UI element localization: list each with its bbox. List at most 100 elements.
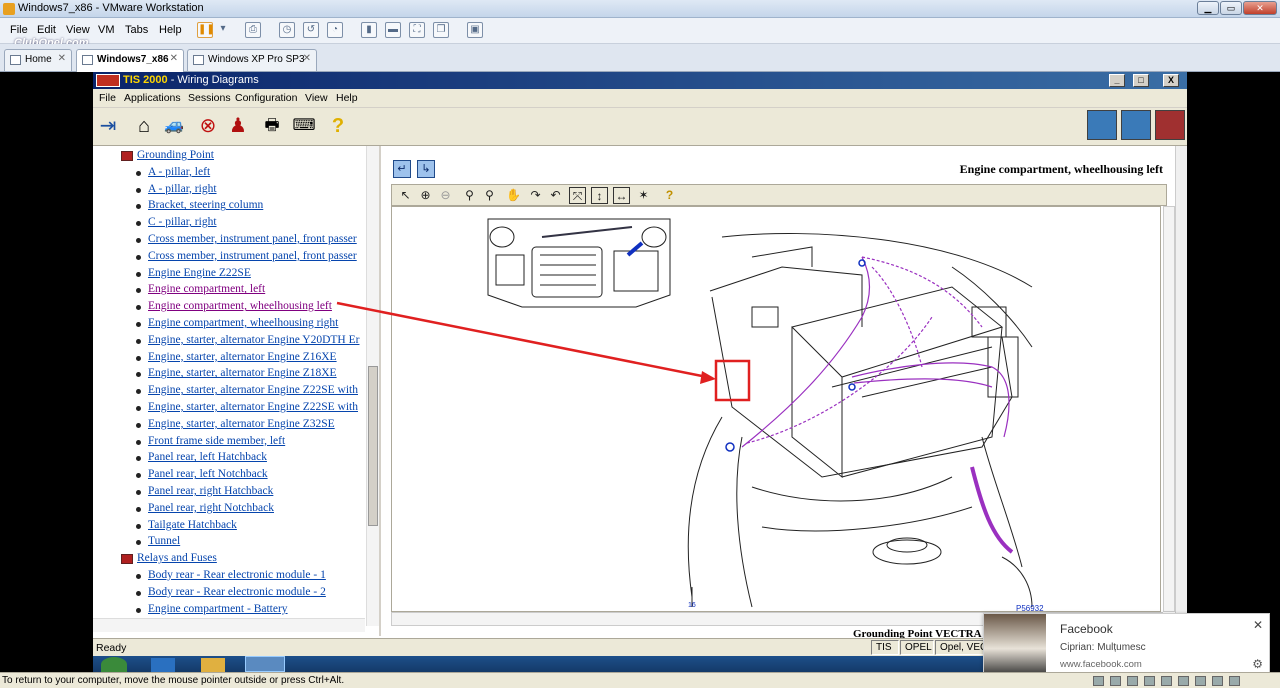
tree-item[interactable]: Front frame side member, left [148, 435, 285, 447]
pan-icon[interactable]: ✋ [505, 187, 522, 204]
tree-item[interactable]: Tailgate Hatchback [148, 519, 237, 531]
tree-item[interactable]: Engine, starter, alternator Engine Y20DT… [148, 334, 359, 346]
tree-item[interactable]: Panel rear, left Notchback [148, 468, 268, 480]
tree-horizontal-scrollbar[interactable] [93, 618, 365, 632]
sound-icon[interactable] [1178, 676, 1189, 686]
ie-taskbar-icon[interactable] [151, 658, 175, 672]
start-orb-icon[interactable] [101, 657, 127, 672]
fit-width-icon[interactable]: ↔ [613, 187, 630, 204]
diagram-help-icon[interactable]: ? [661, 187, 678, 204]
highlight-icon[interactable]: ✶ [635, 187, 652, 204]
exit-icon[interactable]: ⇥ [95, 112, 121, 140]
tree-item[interactable]: Cross member, instrument panel, front pa… [148, 250, 357, 262]
notification-close-icon[interactable]: ✕ [1253, 618, 1263, 632]
tree-item[interactable]: Engine compartment, left [148, 283, 265, 295]
tree-item[interactable]: Panel rear, left Hatchback [148, 451, 267, 463]
tree-item[interactable]: C - pillar, right [148, 216, 217, 228]
pause-icon[interactable]: ❚❚ [197, 22, 215, 38]
tree-item[interactable]: Engine, starter, alternator Engine Z22SE… [148, 384, 358, 396]
help-icon[interactable]: ? [325, 112, 351, 140]
diagram-canvas[interactable]: 16 P56932 [391, 206, 1161, 612]
zoom-in-icon[interactable]: ⊕ [417, 187, 434, 204]
tis-taskbar-button[interactable] [245, 656, 285, 672]
back-button[interactable]: ↵ [393, 160, 411, 178]
minimize-button[interactable]: ▁ [1197, 1, 1219, 15]
tis-close-button[interactable]: X [1163, 74, 1179, 87]
fit-height-icon[interactable]: ↕ [591, 187, 608, 204]
tree-item[interactable]: Engine, starter, alternator Engine Z16XE [148, 351, 337, 363]
menu-help[interactable]: Help [159, 24, 182, 36]
tree-group[interactable]: Grounding Point [137, 149, 214, 161]
tree-item[interactable]: Engine compartment - Battery [148, 603, 288, 615]
tab-close-icon[interactable]: ✕ [58, 53, 66, 64]
vehicle-side-icon[interactable] [1121, 110, 1151, 140]
tree-item[interactable]: Bracket, steering column [148, 199, 263, 211]
vehicle-icon[interactable]: 🚙 [161, 112, 187, 140]
tis-maximize-button[interactable]: □ [1133, 74, 1149, 87]
tree-item[interactable]: A - pillar, left [148, 166, 210, 178]
tree-item[interactable]: A - pillar, right [148, 183, 217, 195]
tree-item[interactable]: Engine, starter, alternator Engine Z18XE [148, 367, 337, 379]
tis-menu-file[interactable]: File [99, 92, 116, 104]
full-screen-icon[interactable]: ⛶ [409, 22, 425, 38]
console-view-icon[interactable]: ▣ [467, 22, 483, 38]
tree-item[interactable]: Panel rear, right Hatchback [148, 485, 273, 497]
menu-file[interactable]: File [10, 24, 28, 36]
cancel-icon[interactable]: ⊗ [195, 112, 221, 140]
explorer-taskbar-icon[interactable] [201, 658, 225, 672]
home-icon[interactable]: ⌂ [131, 112, 157, 140]
tree-item[interactable]: Engine Engine Z22SE [148, 267, 251, 279]
rotate-right-icon[interactable]: ↷ [527, 187, 544, 204]
tree-group[interactable]: Relays and Fuses [137, 552, 217, 564]
snapshot-icon[interactable]: ◷ [279, 22, 295, 38]
tree-item[interactable]: Body rear - Rear electronic module - 2 [148, 586, 326, 598]
tis-menu-applications[interactable]: Applications [124, 92, 181, 104]
tis-menu-help[interactable]: Help [336, 92, 358, 104]
keyboard-icon[interactable]: ⌨ [291, 112, 317, 140]
close-button[interactable]: ✕ [1243, 1, 1277, 15]
fit-window-icon[interactable]: ⤧ [569, 187, 586, 204]
rotate-left-icon[interactable]: ↶ [547, 187, 564, 204]
tree-scroll-thumb[interactable] [368, 366, 378, 526]
chevron-down-icon[interactable]: ▾ [215, 22, 231, 38]
menu-view[interactable]: View [66, 24, 90, 36]
menu-edit[interactable]: Edit [37, 24, 56, 36]
sidebar-icon[interactable]: ▮ [361, 22, 377, 38]
zoom-icon[interactable]: ⚲ [461, 187, 478, 204]
tab-windows-xp[interactable]: Windows XP Pro SP3 ✕ [187, 49, 317, 71]
floppy-icon[interactable] [1127, 676, 1138, 686]
tis-menu-configuration[interactable]: Configuration [235, 92, 297, 104]
thumbnail-bar-icon[interactable]: ▬ [385, 22, 401, 38]
tree-item[interactable]: Engine, starter, alternator Engine Z32SE [148, 418, 335, 430]
tree-item[interactable]: Panel rear, right Notchback [148, 502, 274, 514]
usb-icon[interactable] [1161, 676, 1172, 686]
facebook-notification[interactable]: Facebook Ciprian: Mulțumesc www.facebook… [983, 613, 1270, 677]
tis-menu-sessions[interactable]: Sessions [188, 92, 231, 104]
forward-button[interactable]: ↳ [417, 160, 435, 178]
tab-windows7[interactable]: Windows7_x86 ✕ [76, 49, 184, 72]
tree-item[interactable]: Engine compartment, wheelhousing right [148, 317, 338, 329]
tree-item[interactable]: Cross member, instrument panel, front pa… [148, 233, 357, 245]
cd-drive-icon[interactable] [1110, 676, 1121, 686]
diagram-vertical-scrollbar[interactable] [1163, 206, 1175, 612]
maximize-button[interactable]: ▭ [1220, 1, 1242, 15]
message-icon[interactable] [1229, 676, 1240, 686]
printer-icon[interactable] [1195, 676, 1206, 686]
hard-disk-icon[interactable] [1093, 676, 1104, 686]
notification-settings-icon[interactable]: ⚙ [1252, 657, 1263, 671]
page-vertical-scrollbar[interactable] [1175, 146, 1187, 636]
tab-close-icon[interactable]: ✕ [170, 53, 178, 64]
tab-home[interactable]: Home ✕ [4, 49, 72, 71]
vehicle-diagram-icon[interactable] [1155, 110, 1185, 140]
tis-menu-view[interactable]: View [305, 92, 328, 104]
tree-item[interactable]: Engine compartment, wheelhousing left [148, 300, 332, 312]
revert-snapshot-icon[interactable]: ↺ [303, 22, 319, 38]
snapshot-manager-icon[interactable]: ◔ [327, 22, 343, 38]
menu-vm[interactable]: VM [98, 24, 115, 36]
print-icon[interactable]: 🖶 [259, 112, 285, 140]
tree-vertical-scrollbar[interactable] [366, 146, 379, 626]
tree-item[interactable]: Engine, starter, alternator Engine Z22SE… [148, 401, 358, 413]
tree-item[interactable]: Body rear - Rear electronic module - 1 [148, 569, 326, 581]
tree-item[interactable]: Tunnel [148, 535, 180, 547]
tis-minimize-button[interactable]: _ [1109, 74, 1125, 87]
